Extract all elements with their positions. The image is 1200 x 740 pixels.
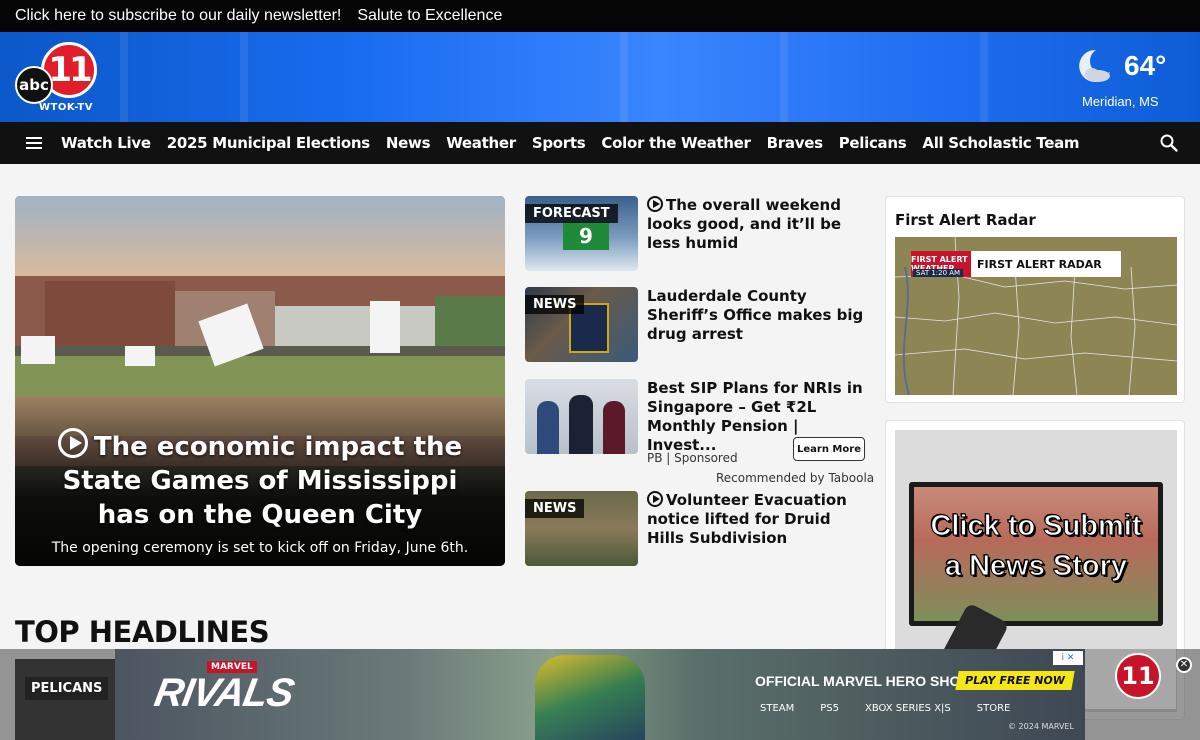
learn-more-button[interactable]: Learn More [793,437,865,461]
story-label: NEWS [525,295,585,314]
newsletter-link[interactable]: Click here to subscribe to our daily new… [15,7,341,25]
nav-pelicans[interactable]: Pelicans [839,134,907,152]
temperature: 64° [1124,50,1167,81]
rivals-logo: RIVALS [151,671,297,715]
radar-map[interactable]: FIRST ALERT WEATHER FIRST ALERT RADAR SA… [895,237,1177,395]
person-image [603,401,625,454]
story-thumbnail[interactable]: NEWS [525,287,638,362]
abc-logo: abc [15,66,53,104]
station-logo[interactable]: 11 abc WTOK-TV [15,40,99,118]
nav-sports[interactable]: Sports [532,134,586,152]
radar-card[interactable]: First Alert Radar FIRST ALERT WEATHER FI… [885,196,1185,403]
story-headline[interactable]: Volunteer Evacuation notice lifted for D… [647,491,869,548]
nav-weather[interactable]: Weather [446,134,516,152]
play-video-icon [647,196,663,212]
story-thumbnail[interactable]: 9 FORECAST [525,196,638,271]
ad-platforms: STEAM PS5 XBOX SERIES X|S STORE [760,703,1010,714]
person-image [537,401,559,454]
nav-color-the-weather[interactable]: Color the Weather [601,134,751,152]
play-free-now-button[interactable]: PLAY FREE NOW [955,671,1075,690]
lead-story[interactable]: The economic impact the State Games of M… [15,196,505,566]
hero-artwork [535,655,645,740]
sponsored-card[interactable]: Best SIP Plans for NRIs in Singapore – G… [525,379,870,469]
nav-municipal-elections[interactable]: 2025 Municipal Elections [167,134,370,152]
advertisement[interactable]: MARVEL RIVALS OFFICIAL MARVEL HERO SHOOT… [115,649,1085,740]
taboola-credit[interactable]: Recommended by Taboola [716,471,874,485]
sponsor-label: PB | Sponsored [647,451,738,465]
site-header: 11 abc WTOK-TV 64° Meridian, MS [0,32,1200,122]
story-headline-text: The overall weekend looks good, and it’l… [647,196,842,252]
hamburger-menu-icon[interactable] [26,137,42,149]
story-headline[interactable]: The overall weekend looks good, and it’l… [647,196,869,253]
adchoices-icon[interactable]: i ✕ [1053,651,1083,665]
story-label: FORECAST [525,204,618,223]
store-platform: STORE [976,703,1011,714]
close-ad-icon[interactable]: ✕ [1176,657,1192,673]
nav-news[interactable]: News [386,134,431,152]
bottom-ad-bar: PELICANS MARVEL RIVALS OFFICIAL MARVEL H… [0,649,1200,740]
weather-city: Meridian, MS [1082,94,1159,109]
nav-watch-live[interactable]: Watch Live [61,134,151,152]
ps5-platform: PS5 [820,703,839,714]
submit-line-2: a News Story [944,550,1128,583]
header-stripe [620,32,628,122]
weather-widget[interactable]: 64° Meridian, MS [1072,40,1182,114]
lead-subtitle: The opening ceremony is set to kick off … [51,540,469,556]
section-title: TOP HEADLINES [15,615,270,649]
submit-line-1: Click to Submit [930,510,1142,543]
callsign: WTOK-TV [39,102,93,113]
radar-title: First Alert Radar [895,211,1036,229]
story-thumbnail[interactable]: NEWS [525,491,638,566]
sponsored-thumbnail[interactable] [525,379,638,454]
story-card[interactable]: NEWS Volunteer Evacuation notice lifted … [525,491,870,567]
header-stripe [980,32,988,122]
radar-time: SAT 1:20 AM [913,269,964,277]
pelicans-card[interactable]: PELICANS [15,659,115,740]
main-nav: Watch Live 2025 Municipal Elections News… [0,122,1200,164]
story-card[interactable]: NEWS Lauderdale County Sheriff’s Office … [525,287,870,363]
play-video-icon [647,491,663,507]
story-headline[interactable]: Lauderdale County Sheriff’s Office makes… [647,287,869,344]
story-card[interactable]: 9 FORECAST The overall weekend looks goo… [525,196,870,272]
header-stripe [120,32,128,122]
steam-platform: STEAM [760,703,795,714]
xbox-platform: XBOX SERIES X|S [865,703,951,714]
submit-story-text: Click to Submit a News Story [895,506,1177,586]
header-stripe [240,32,248,122]
channel-11-logo: 11 [1115,653,1161,699]
story-label: NEWS [525,499,585,518]
nav-braves[interactable]: Braves [767,134,823,152]
salute-link[interactable]: Salute to Excellence [357,7,502,25]
ad-copyright: © 2024 MARVEL [1008,722,1074,731]
pelicans-label: PELICANS [25,677,109,700]
person-image [569,395,593,454]
forecast-rating-badge: 9 [563,222,609,250]
lead-headline-text: The economic impact the State Games of M… [62,432,463,530]
moon-cloud-icon [1079,49,1110,82]
lead-headline[interactable]: The economic impact the State Games of M… [15,428,505,532]
play-video-icon [57,428,88,458]
search-icon[interactable] [1160,134,1178,152]
story-headline-text: Volunteer Evacuation notice lifted for D… [647,491,847,547]
header-stripe [780,32,788,122]
nav-all-scholastic-team[interactable]: All Scholastic Team [922,134,1079,152]
radar-banner-text: FIRST ALERT RADAR [977,257,1102,271]
top-strip: Click here to subscribe to our daily new… [0,0,1200,32]
